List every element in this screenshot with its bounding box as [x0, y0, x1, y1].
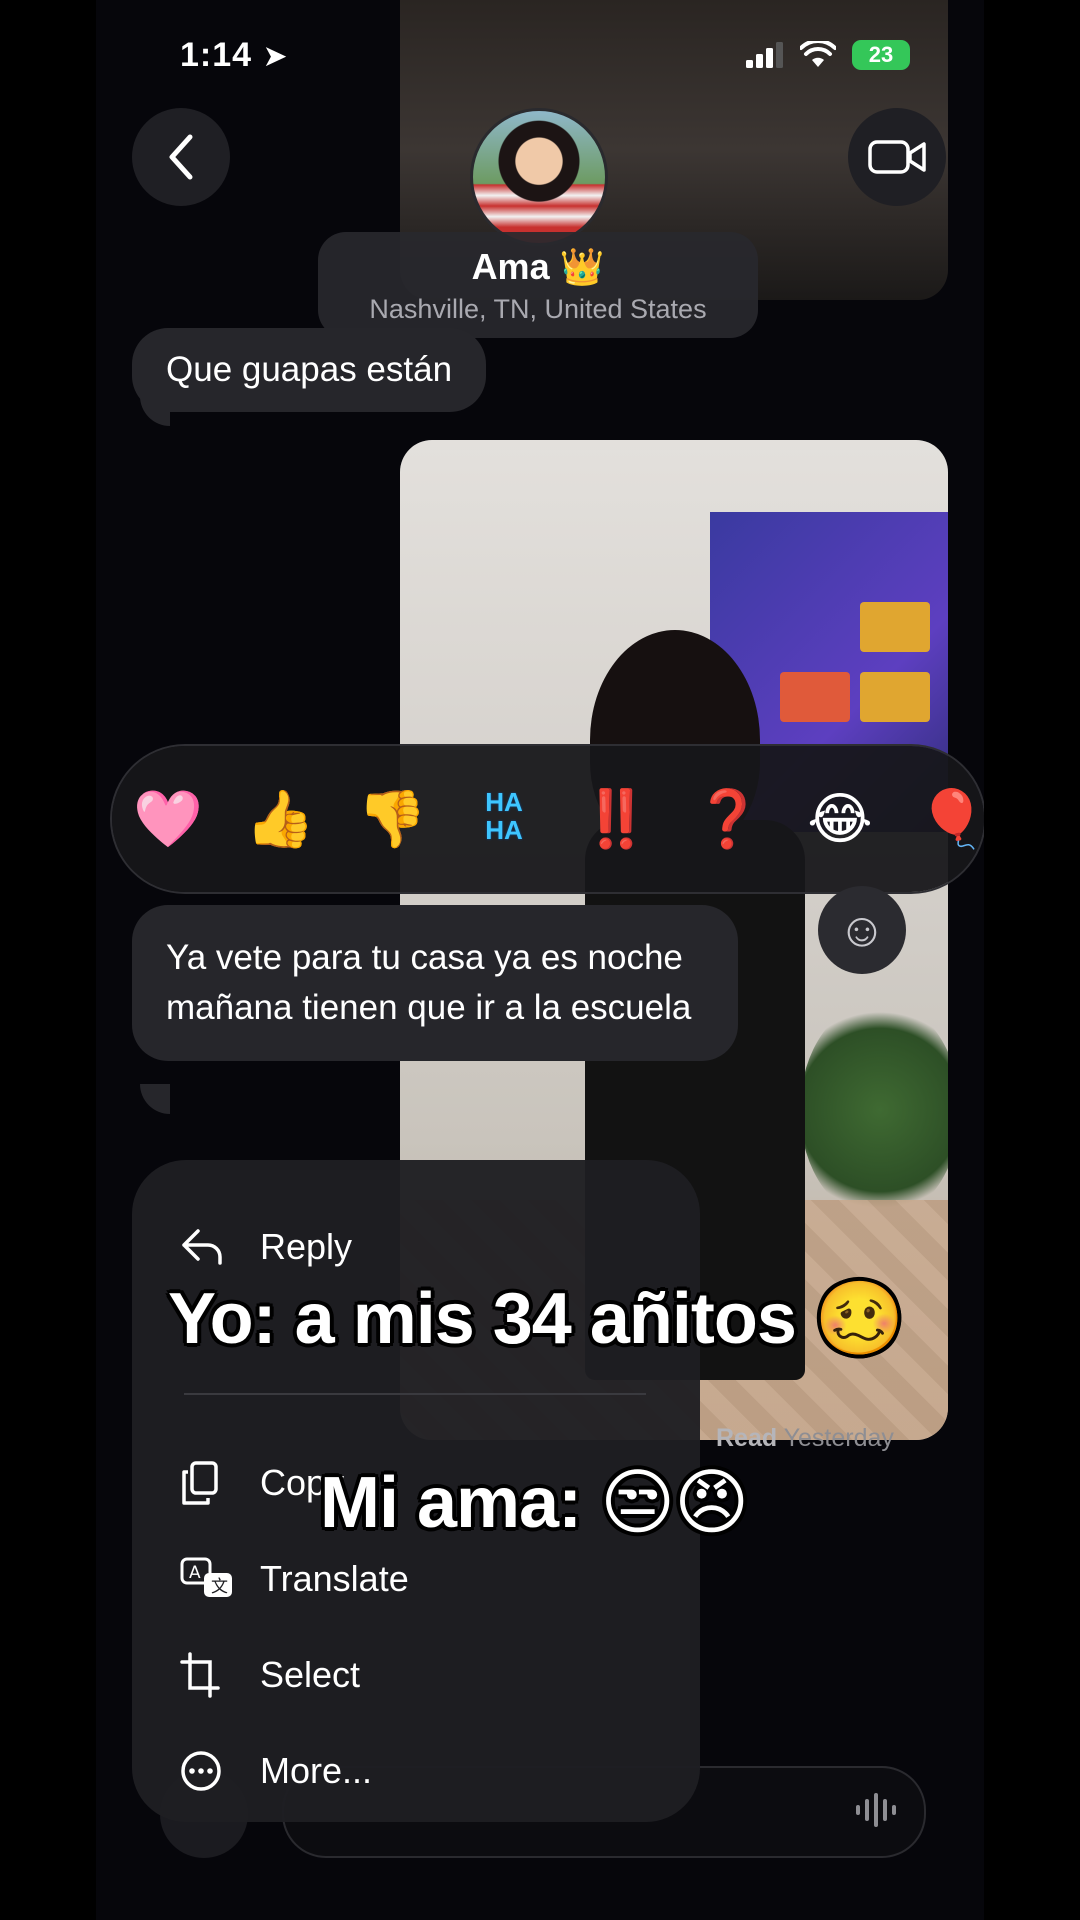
bubble-tail: [140, 396, 170, 426]
reaction-exclamation[interactable]: ‼️: [560, 786, 672, 852]
menu-item-translate[interactable]: A文 Translate: [180, 1544, 409, 1614]
imessage-screen: 1:14 ➤ 23 Ama 👑 Nashville, TN, United St…: [96, 0, 984, 1920]
menu-item-label: Select: [260, 1654, 361, 1695]
menu-item-label: Translate: [260, 1558, 409, 1599]
message-text: Que guapas están: [166, 350, 453, 389]
select-icon: [180, 1652, 242, 1698]
contact-name: Ama 👑: [471, 246, 605, 287]
menu-item-more[interactable]: More...: [180, 1736, 372, 1806]
translate-icon: A文: [180, 1557, 242, 1601]
tapback-reaction-bar: 🩷 👍 👎 HA HA ‼️ ❓ 😂 🎈: [112, 746, 984, 892]
status-time-text: 1:14: [180, 36, 253, 74]
reaction-heart[interactable]: 🩷: [112, 786, 224, 852]
read-label: Read: [716, 1424, 778, 1452]
location-arrow-icon: ➤: [262, 40, 289, 73]
wifi-icon: [800, 41, 836, 67]
status-time: 1:14 ➤: [180, 36, 289, 75]
signal-icon: [746, 42, 783, 68]
menu-item-reply[interactable]: Reply: [180, 1212, 352, 1282]
contact-avatar[interactable]: [470, 108, 608, 246]
caption-line-2: Mi ama: 😒😠: [320, 1463, 749, 1543]
read-receipt: Read Yesterday: [716, 1424, 894, 1453]
bubble-tail: [140, 1084, 170, 1114]
svg-text:A: A: [189, 1563, 201, 1583]
reaction-haha[interactable]: HA HA: [448, 787, 560, 852]
video-camera-icon: [868, 140, 926, 174]
menu-divider: [184, 1393, 646, 1395]
add-emoji-reaction-button[interactable]: ☺: [818, 886, 906, 974]
contact-location: Nashville, TN, United States: [369, 294, 707, 324]
status-icons: 23: [746, 40, 910, 70]
reaction-thumbs-down[interactable]: 👎: [336, 786, 448, 852]
menu-item-label: More...: [260, 1750, 373, 1791]
menu-item-label: Reply: [260, 1226, 353, 1267]
chevron-left-icon: [169, 134, 193, 180]
battery-level: 23: [868, 42, 894, 67]
photo-plant: [800, 1000, 948, 1220]
menu-item-select[interactable]: Select: [180, 1640, 360, 1710]
battery-icon: 23: [852, 40, 910, 70]
reply-icon: [180, 1227, 242, 1267]
reaction-balloon[interactable]: 🎈: [896, 786, 984, 852]
message-bubble[interactable]: Que guapas están: [132, 328, 487, 412]
read-time: Yesterday: [783, 1424, 894, 1452]
contact-header[interactable]: Ama 👑 Nashville, TN, United States: [318, 232, 758, 338]
facetime-video-button[interactable]: [848, 108, 946, 206]
audio-waveform-icon: [856, 1793, 896, 1827]
reaction-question[interactable]: ❓: [672, 786, 784, 852]
caption-line-1: Yo: a mis 34 añitos 🥴: [168, 1279, 905, 1359]
more-icon: [180, 1750, 242, 1792]
haha-icon: HA HA: [485, 786, 523, 845]
reaction-laughing[interactable]: 😂: [784, 786, 896, 852]
message-text: Ya vete para tu casa ya es noche mañana …: [166, 938, 692, 1027]
message-bubble-selected[interactable]: Ya vete para tu casa ya es noche mañana …: [132, 905, 738, 1061]
copy-icon: [180, 1460, 242, 1506]
smiley-icon: ☺: [837, 903, 887, 957]
back-button[interactable]: [132, 108, 230, 206]
svg-text:文: 文: [211, 1577, 228, 1597]
reaction-thumbs-up[interactable]: 👍: [224, 786, 336, 852]
